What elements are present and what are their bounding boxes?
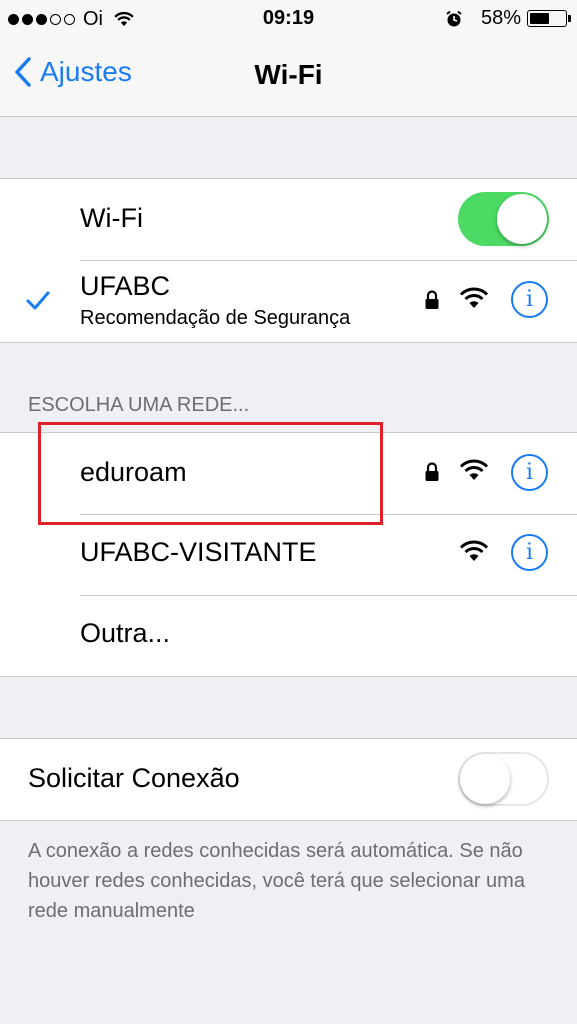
lock-icon <box>425 290 439 309</box>
ask-to-join-toggle[interactable] <box>458 752 549 806</box>
toggle-knob <box>497 194 547 244</box>
connected-network-subtitle: Recomendação de Segurança <box>80 307 351 329</box>
status-bar: Oi 09:19 58% <box>0 0 577 40</box>
lock-icon <box>425 462 439 481</box>
wifi-signal-icon <box>459 459 489 480</box>
wifi-label: Wi-Fi <box>80 203 143 233</box>
navigation-bar: Ajustes Wi-Fi <box>0 40 577 117</box>
network-name: UFABC-VISITANTE <box>80 537 317 567</box>
wifi-toggle-row: Wi-Fi <box>0 179 577 260</box>
wifi-toggle[interactable] <box>458 192 549 246</box>
network-row-other[interactable]: Outra... <box>0 596 577 676</box>
section-header: ESCOLHA UMA REDE... <box>28 394 250 416</box>
info-icon[interactable]: i <box>511 281 548 318</box>
ask-to-join-footer: A conexão a redes conhecidas será automá… <box>28 840 525 922</box>
page-title: Wi-Fi <box>254 59 323 90</box>
wifi-signal-icon <box>459 540 489 561</box>
ask-to-join-group: Solicitar Conexão <box>0 738 577 821</box>
connected-network-name: UFABC <box>80 271 171 301</box>
wifi-signal-icon <box>459 287 489 308</box>
info-icon[interactable]: i <box>511 454 548 491</box>
ask-to-join-label: Solicitar Conexão <box>28 763 240 793</box>
battery-percent: 58% <box>480 7 521 29</box>
other-network-label: Outra... <box>80 618 171 648</box>
wifi-settings-group: Wi-Fi UFABC Recomendação de Segurança i <box>0 178 577 343</box>
battery-icon <box>527 10 571 27</box>
network-row-ufabc-visitante[interactable]: UFABC-VISITANTE i <box>0 515 577 595</box>
checkmark-icon <box>26 291 50 310</box>
info-icon[interactable]: i <box>511 534 548 571</box>
highlight-box <box>38 422 383 525</box>
toggle-knob <box>460 754 510 804</box>
alarm-icon <box>445 10 463 28</box>
connected-network-row[interactable]: UFABC Recomendação de Segurança i <box>0 261 577 342</box>
